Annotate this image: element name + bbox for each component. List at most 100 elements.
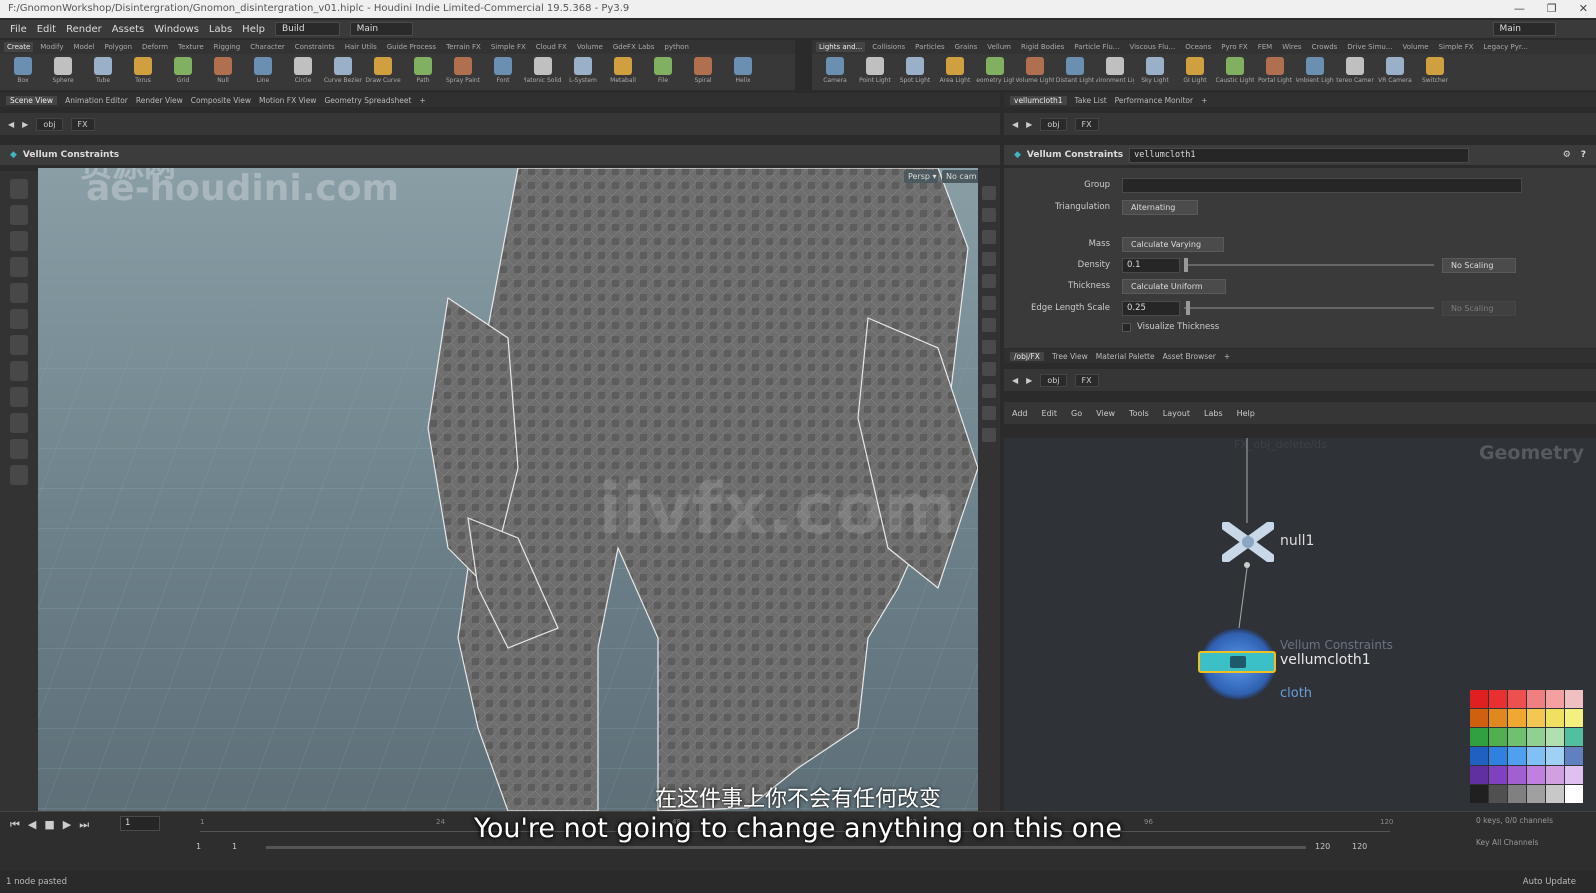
- shading-icon[interactable]: [982, 252, 996, 266]
- shelf-tab-python[interactable]: python: [661, 42, 692, 52]
- color-swatch[interactable]: [1565, 690, 1583, 708]
- mass-menu[interactable]: Calculate Varying: [1122, 236, 1225, 252]
- shelf-tool-portal-light[interactable]: Portal Light: [1256, 54, 1294, 90]
- move-tool-icon[interactable]: [10, 205, 28, 225]
- view-tool-icon[interactable]: [10, 335, 28, 355]
- shelf-tab-oceans[interactable]: Oceans: [1182, 42, 1214, 52]
- menu-windows[interactable]: Windows: [154, 24, 199, 35]
- shelf-tab-vellum[interactable]: Vellum: [984, 42, 1014, 52]
- shelf-tool-file[interactable]: File: [644, 54, 682, 90]
- shelf-tool-distant-light[interactable]: Distant Light: [1056, 54, 1094, 90]
- color-swatch[interactable]: [1527, 728, 1545, 746]
- color-swatch[interactable]: [1470, 709, 1488, 727]
- color-swatch[interactable]: [1489, 690, 1507, 708]
- grid-icon[interactable]: [982, 362, 996, 376]
- shelf-tool-platonic-solids[interactable]: Platonic Solids: [524, 54, 562, 90]
- group-field[interactable]: [1122, 177, 1522, 193]
- snap-tool-icon[interactable]: [10, 413, 28, 433]
- shelf-tool-draw-curve[interactable]: Draw Curve: [364, 54, 402, 90]
- shelf-tab-deform[interactable]: Deform: [139, 42, 171, 52]
- shelf-tool-stereo-camera[interactable]: Stereo Camera: [1336, 54, 1374, 90]
- camera-menu[interactable]: No cam ▾: [946, 172, 978, 181]
- shelf-tool-sky-light[interactable]: Sky Light: [1136, 54, 1174, 90]
- net-menu-go[interactable]: Go: [1071, 409, 1082, 418]
- tab-params[interactable]: vellumcloth1: [1010, 95, 1067, 105]
- color-swatch[interactable]: [1470, 690, 1488, 708]
- gear-icon[interactable]: ⚙: [1563, 150, 1571, 160]
- forward-arrow-icon[interactable]: ▶: [1026, 376, 1032, 385]
- shelf-tool-camera[interactable]: Camera: [816, 54, 854, 90]
- flipbook-icon[interactable]: [982, 428, 996, 442]
- snap-icon[interactable]: [982, 340, 996, 354]
- path-obj[interactable]: obj: [1040, 117, 1067, 131]
- color-swatch[interactable]: [1527, 709, 1545, 727]
- shelf-tool-area-light[interactable]: Area Light: [936, 54, 974, 90]
- shelf-tab-terrain-fx[interactable]: Terrain FX: [443, 42, 484, 52]
- context-select[interactable]: Main: [349, 22, 414, 36]
- tab-motion-fx-view[interactable]: Motion FX View: [259, 96, 316, 105]
- shelf-tab-crowds[interactable]: Crowds: [1309, 42, 1341, 52]
- shelf-tool-spray-paint[interactable]: Spray Paint: [444, 54, 482, 90]
- shelf-tab-constraints[interactable]: Constraints: [292, 42, 338, 52]
- shelf-tool-helix[interactable]: Helix: [724, 54, 762, 90]
- tab-asset-browser[interactable]: Asset Browser: [1163, 352, 1216, 361]
- color-swatch[interactable]: [1489, 709, 1507, 727]
- visualize-checkbox[interactable]: [1122, 322, 1131, 332]
- magnet-tool-icon[interactable]: [10, 361, 28, 381]
- lasso-tool-icon[interactable]: [10, 465, 28, 485]
- shelf-tab-create[interactable]: Create: [4, 42, 34, 52]
- select-tool-icon[interactable]: [10, 179, 28, 199]
- shelf-tool-spiral[interactable]: Spiral: [684, 54, 722, 90]
- desktop-select[interactable]: Build: [274, 22, 340, 36]
- thickness-menu[interactable]: Calculate Uniform: [1122, 278, 1226, 294]
- tab-performance-monitor[interactable]: Performance Monitor: [1115, 96, 1193, 105]
- tab-animation-editor[interactable]: Animation Editor: [65, 96, 128, 105]
- net-menu-view[interactable]: View: [1096, 409, 1115, 418]
- color-swatch[interactable]: [1546, 690, 1564, 708]
- shelf-tool-tube[interactable]: Tube: [84, 54, 122, 90]
- lights-icon[interactable]: [982, 274, 996, 288]
- scene-viewport[interactable]: Persp ▾ No cam ▾ 资源网 ae-houdini.com iivf…: [38, 168, 978, 811]
- shelf-tab-hair-utils[interactable]: Hair Utils: [342, 42, 380, 52]
- tab-scene-view[interactable]: Scene View: [6, 95, 58, 105]
- range-slider[interactable]: [266, 846, 1306, 849]
- net-menu-tools[interactable]: Tools: [1129, 409, 1149, 418]
- shelf-tool-ambient-light[interactable]: Ambient Light: [1296, 54, 1334, 90]
- shelf-tool-switcher[interactable]: Switcher: [1416, 54, 1454, 90]
- path-obj[interactable]: obj: [1040, 373, 1067, 387]
- forward-arrow-icon[interactable]: ▶: [1026, 120, 1032, 129]
- shelf-tab-collisions[interactable]: Collisions: [869, 42, 908, 52]
- help-icon[interactable]: ?: [1581, 150, 1586, 160]
- shelf-tab-rigging[interactable]: Rigging: [211, 42, 244, 52]
- shelf-tool-torus[interactable]: Torus: [124, 54, 162, 90]
- shelf-tool-null[interactable]: Null: [204, 54, 242, 90]
- shelf-tab-guide-process[interactable]: Guide Process: [384, 42, 439, 52]
- shelf-tool-point-light[interactable]: Point Light: [856, 54, 894, 90]
- handle-tool-icon[interactable]: [10, 283, 28, 303]
- color-swatch[interactable]: [1565, 709, 1583, 727]
- shelf-tool-font[interactable]: Font: [484, 54, 522, 90]
- net-menu-help[interactable]: Help: [1237, 409, 1255, 418]
- menu-file[interactable]: File: [10, 24, 27, 35]
- add-tab-icon[interactable]: +: [1224, 352, 1230, 361]
- triangulation-menu[interactable]: Alternating: [1122, 199, 1199, 215]
- color-swatch[interactable]: [1508, 747, 1526, 765]
- shelf-tab-cloud-fx[interactable]: Cloud FX: [533, 42, 570, 52]
- color-swatch[interactable]: [1546, 709, 1564, 727]
- tab-material-palette[interactable]: Material Palette: [1096, 352, 1155, 361]
- auto-update-menu[interactable]: Auto Update: [1523, 871, 1576, 893]
- edge-scaling-menu[interactable]: No Scaling: [1442, 300, 1517, 316]
- shelf-tab-gdefx-labs[interactable]: GdeFX Labs: [610, 42, 658, 52]
- add-tab-icon[interactable]: +: [1201, 96, 1207, 105]
- shelf-tool-metaball[interactable]: Metaball: [604, 54, 642, 90]
- edge-length-field[interactable]: 0.25: [1122, 300, 1180, 316]
- forward-arrow-icon[interactable]: ▶: [22, 120, 28, 129]
- display-options-icon[interactable]: [982, 186, 996, 200]
- density-field[interactable]: 0.1: [1122, 257, 1180, 273]
- tab-take-list[interactable]: Take List: [1075, 96, 1107, 105]
- color-swatch[interactable]: [1546, 728, 1564, 746]
- background-icon[interactable]: [982, 384, 996, 398]
- shelf-tool-grid[interactable]: Grid: [164, 54, 202, 90]
- normal-display-icon[interactable]: [982, 318, 996, 332]
- shelf-tool-curve-bezier[interactable]: Curve Bezier: [324, 54, 362, 90]
